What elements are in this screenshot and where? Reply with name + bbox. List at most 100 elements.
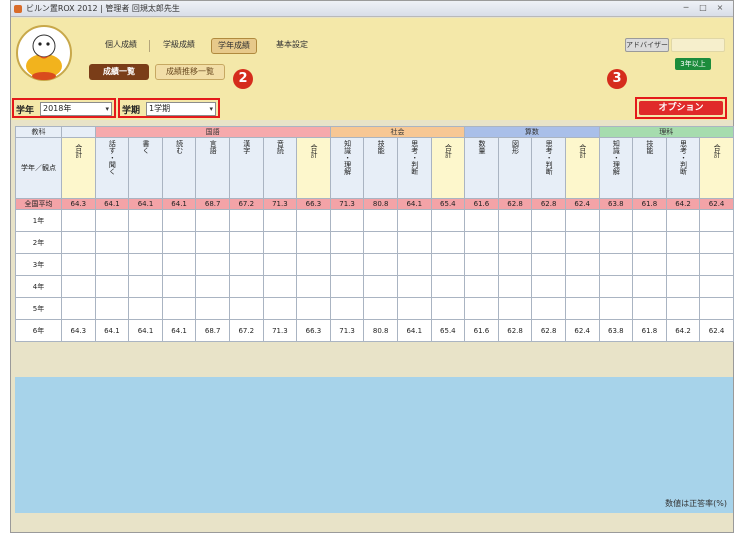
table-row[interactable]: 1年 <box>15 209 734 232</box>
column-header-label: 音読 <box>276 140 285 154</box>
subheader-row: 学年／観点 合計 話す・聞く 書く 読む 言語 漢字 音読 合計 知識・理解 技能 思考・判断 合計 数量… <box>15 137 734 199</box>
column-header: 知識・理解 <box>329 137 365 199</box>
table-row[interactable]: 3年 <box>15 253 734 276</box>
table-cell: 64.3 <box>61 319 96 342</box>
table-row[interactable]: 4年 <box>15 275 734 298</box>
table-cell <box>161 231 197 254</box>
advisor-button[interactable]: アドバイザー <box>625 38 669 52</box>
grade-select[interactable]: 2018年 ▾ <box>40 102 112 116</box>
subject-group-header: 理科 <box>598 126 734 138</box>
table-cell: 62.4 <box>699 319 734 342</box>
tab-class-grades[interactable]: 学級成績 <box>157 38 201 54</box>
row-label: 全国平均 <box>15 198 62 210</box>
table-cell: 71.3 <box>329 319 365 342</box>
minimize-button[interactable]: ─ <box>679 3 693 14</box>
table-cell <box>195 209 230 232</box>
table-cell <box>396 275 432 298</box>
table-cell: 64.2 <box>665 319 701 342</box>
table-cell <box>128 297 163 320</box>
table-cell <box>329 209 365 232</box>
table-cell <box>564 275 600 298</box>
table-cell <box>262 209 298 232</box>
table-cell: 64.1 <box>94 319 130 342</box>
average-cell: 68.7 <box>195 198 230 210</box>
table-cell <box>161 275 197 298</box>
table-cell: 65.4 <box>430 319 466 342</box>
table-cell <box>128 275 163 298</box>
table-cell <box>464 275 499 298</box>
table-cell <box>665 209 701 232</box>
subtab-grade-trend-list[interactable]: 成績推移一覧 <box>155 64 225 80</box>
green-action-button[interactable]: 3年以上 <box>675 58 711 70</box>
table-cell <box>195 297 230 320</box>
column-header-label: 図形 <box>511 140 520 154</box>
table-cell <box>363 253 398 276</box>
table-cell: 62.8 <box>531 319 566 342</box>
term-select[interactable]: 1学期 ▾ <box>146 102 216 116</box>
tab-grade-grades[interactable]: 学年成績 <box>211 38 257 54</box>
table-cell <box>128 209 163 232</box>
table-cell <box>665 275 701 298</box>
column-header-label: 話す・聞く <box>108 140 117 175</box>
average-cell: 64.2 <box>665 198 701 210</box>
table-cell: 61.8 <box>632 319 667 342</box>
close-button[interactable]: × <box>713 3 727 14</box>
nav-divider <box>149 40 150 52</box>
app-header: 個人成績 学級成績 学年成績 基本設定 成績一覧 成績推移一覧 アドバイザー 3… <box>11 18 733 96</box>
column-header: 書く <box>128 137 163 199</box>
column-header: 合計 <box>296 137 331 199</box>
table-cell <box>195 275 230 298</box>
table-cell <box>464 231 499 254</box>
option-button[interactable]: オプション <box>639 101 723 115</box>
table-row[interactable]: 5年 <box>15 297 734 320</box>
table-cell: 71.3 <box>262 319 298 342</box>
table-cell <box>296 253 331 276</box>
group-header <box>61 126 96 138</box>
table-cell <box>329 275 365 298</box>
term-filter-highlight: 学期 1学期 ▾ <box>118 98 220 118</box>
table-cell <box>598 275 634 298</box>
table-cell <box>262 253 298 276</box>
disabled-header-button <box>671 38 725 52</box>
table-cell <box>128 231 163 254</box>
table-row[interactable]: 2年 <box>15 231 734 254</box>
table-row[interactable]: 6年 64.3 64.1 64.1 64.1 68.7 67.2 71.3 66.3 71.3 80… <box>15 319 734 342</box>
subject-group-row: 教科 国語 社会 算数 理科 <box>15 126 734 138</box>
table-cell <box>632 231 667 254</box>
table-cell <box>497 231 533 254</box>
table-cell <box>195 253 230 276</box>
table-cell <box>296 297 331 320</box>
column-header-label: 知識・理解 <box>612 140 621 175</box>
filter-bar: 学年 2018年 ▾ 学期 1学期 ▾ オプション <box>11 96 733 120</box>
table-cell <box>94 253 130 276</box>
tab-basic-settings[interactable]: 基本設定 <box>267 38 317 54</box>
column-header: 知識・理解 <box>598 137 634 199</box>
average-cell: 62.4 <box>564 198 600 210</box>
column-header: 音読 <box>262 137 298 199</box>
table-cell <box>128 253 163 276</box>
column-header-label: 言語 <box>209 140 218 154</box>
grade-filter-highlight: 学年 2018年 ▾ <box>12 98 116 118</box>
table-cell <box>564 253 600 276</box>
table-cell <box>61 231 96 254</box>
grade-table: 教科 国語 社会 算数 理科 学年／観点 合計 話す・聞く 書く 読む 言語 漢字 音読 合計 知識・理解技… <box>15 126 734 342</box>
column-header: 思考・判断 <box>665 137 701 199</box>
table-cell <box>363 297 398 320</box>
column-header-label: 合計 <box>444 144 453 158</box>
table-cell <box>699 209 734 232</box>
tab-individual-grades[interactable]: 個人成績 <box>99 38 143 54</box>
column-header: 思考・判断 <box>396 137 432 199</box>
column-header-label: 思考・判断 <box>679 140 688 175</box>
subject-group-header: 算数 <box>464 126 600 138</box>
column-header-label: 合計 <box>309 144 318 158</box>
subtab-grade-list[interactable]: 成績一覧 <box>89 64 149 80</box>
row-label: 5年 <box>15 297 62 320</box>
term-label: 学期 <box>122 106 141 116</box>
average-cell: 64.3 <box>61 198 96 210</box>
window-controls: ─ □ × <box>679 3 727 14</box>
empty-content-area: 数値は正答率(%) <box>15 377 733 513</box>
column-header: 合計 <box>699 137 734 199</box>
average-cell: 61.6 <box>464 198 499 210</box>
column-header-label: 思考・判断 <box>410 140 419 175</box>
maximize-button[interactable]: □ <box>696 3 710 14</box>
